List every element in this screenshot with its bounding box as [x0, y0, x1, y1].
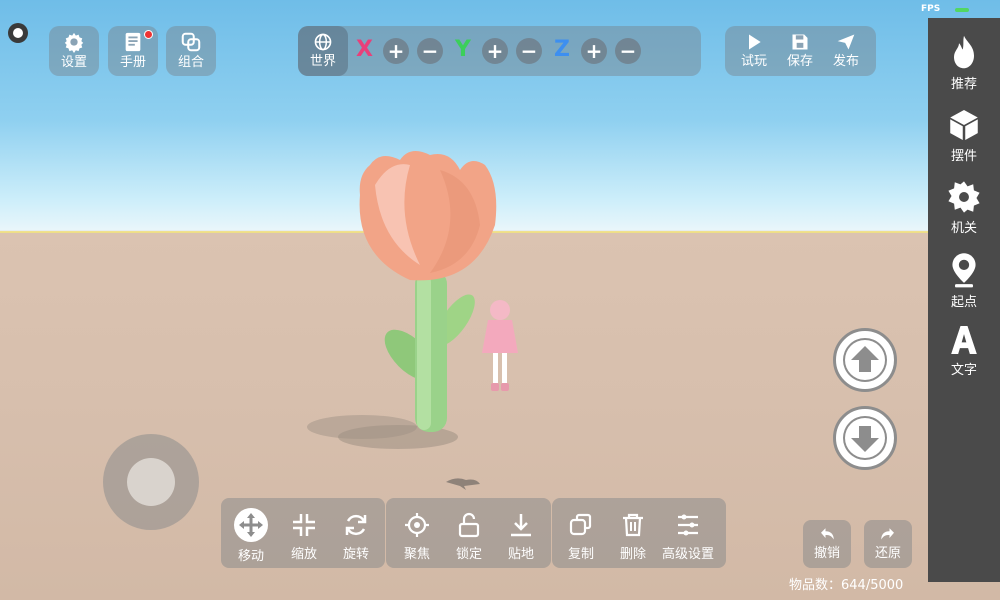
save-icon	[792, 34, 808, 50]
axis-y-minus-button[interactable]: −	[516, 38, 542, 64]
sliders-icon	[678, 514, 698, 536]
publish-button[interactable]: 发布	[823, 26, 869, 76]
sidebar-label-text: 文字	[950, 363, 977, 378]
focus-label: 聚焦	[403, 547, 430, 562]
scale-tool-button[interactable]: 缩放	[279, 510, 329, 562]
redo-button[interactable]: 还原	[864, 520, 912, 568]
sidebar-label-decor: 摆件	[950, 149, 977, 164]
arrow-up-icon	[845, 340, 885, 380]
delete-label: 删除	[619, 547, 646, 562]
move-tool-button[interactable]: 移动	[226, 508, 276, 564]
pin-icon	[952, 253, 976, 288]
rotate-tool-button[interactable]: 旋转	[331, 510, 381, 562]
playtest-label: 试玩	[740, 54, 767, 69]
copy-label: 复制	[567, 547, 594, 562]
move-tool-label: 移动	[237, 549, 264, 564]
toolbar-transform-group: 移动 缩放 旋转	[221, 498, 385, 568]
copy-button[interactable]: 复制	[556, 510, 606, 562]
focus-icon	[405, 513, 429, 537]
fire-icon	[954, 35, 974, 69]
world-space-toggle[interactable]: 世界	[298, 26, 348, 76]
playtest-button[interactable]: 试玩	[731, 26, 777, 76]
sidebar-item-text[interactable]: 文字	[928, 324, 1000, 378]
sidebar-item-recommend[interactable]: 推荐	[928, 34, 1000, 92]
trash-icon	[623, 513, 643, 537]
advanced-settings-label: 高级设置	[661, 547, 714, 562]
scale-icon	[293, 514, 315, 536]
gear-icon	[64, 32, 84, 53]
snap-to-ground-label: 贴地	[507, 547, 534, 562]
cube-icon	[950, 110, 978, 140]
manual-icon	[125, 32, 141, 52]
undo-button[interactable]: 撤销	[803, 520, 851, 568]
sidebar-label-recommend: 推荐	[950, 77, 977, 92]
scale-tool-label: 缩放	[290, 547, 317, 562]
undo-icon	[821, 528, 834, 540]
manual-button[interactable]: 手册	[108, 26, 158, 76]
toolbar-placement-group: 聚焦 锁定 贴地	[386, 498, 551, 568]
globe-icon	[314, 33, 332, 51]
ground-icon	[511, 514, 531, 537]
fps-label: FPS	[921, 4, 941, 14]
save-button[interactable]: 保存	[777, 26, 823, 76]
rotate-icon	[345, 514, 367, 536]
notification-dot	[144, 30, 153, 39]
playtest-toolbar: 试玩 保存 发布	[725, 26, 876, 76]
move-down-button[interactable]	[833, 406, 897, 470]
send-icon	[837, 34, 855, 50]
redo-label: 还原	[874, 546, 901, 561]
letter-a-icon	[951, 326, 977, 354]
axis-z-plus-button[interactable]: +	[581, 38, 607, 64]
sidebar-label-mechanism: 机关	[950, 221, 977, 236]
movement-joystick[interactable]	[103, 434, 199, 530]
lock-label: 锁定	[455, 547, 482, 562]
player-character[interactable]	[478, 298, 522, 396]
arrow-down-icon	[845, 418, 885, 458]
axis-z-label: Z	[554, 37, 570, 62]
copy-icon	[569, 513, 592, 536]
save-label: 保存	[786, 54, 813, 69]
transform-axis-bar: 世界 X + − Y + − Z + −	[298, 26, 701, 76]
gear-flower-icon	[948, 181, 980, 213]
move-up-button[interactable]	[833, 328, 897, 392]
object-category-sidebar: 推荐 摆件 机关 起点 文字	[928, 18, 1000, 582]
axis-y-plus-button[interactable]: +	[482, 38, 508, 64]
sidebar-item-spawn[interactable]: 起点	[928, 252, 1000, 310]
world-space-label: 世界	[309, 54, 336, 69]
group-icon	[181, 32, 201, 52]
settings-label: 设置	[60, 55, 87, 70]
group-label: 组合	[177, 55, 204, 70]
focus-button[interactable]: 聚焦	[392, 510, 442, 562]
record-indicator[interactable]	[8, 23, 28, 43]
redo-icon	[881, 528, 894, 540]
sidebar-label-spawn: 起点	[950, 295, 977, 310]
snap-to-ground-button[interactable]: 贴地	[496, 510, 546, 562]
debris-object	[446, 478, 480, 490]
sidebar-item-decor[interactable]: 摆件	[928, 108, 1000, 164]
sidebar-item-mechanism[interactable]: 机关	[928, 180, 1000, 236]
advanced-settings-button[interactable]: 高级设置	[658, 510, 718, 562]
axis-x-plus-button[interactable]: +	[383, 38, 409, 64]
play-icon	[749, 34, 761, 50]
item-count: 物品数：644/5000	[789, 578, 904, 593]
joystick-knob[interactable]	[127, 458, 175, 506]
settings-button[interactable]: 设置	[49, 26, 99, 76]
undo-label: 撤销	[813, 546, 840, 561]
axis-x-minus-button[interactable]: −	[417, 38, 443, 64]
group-button[interactable]: 组合	[166, 26, 216, 76]
rotate-tool-label: 旋转	[342, 547, 369, 562]
lock-button[interactable]: 锁定	[444, 510, 494, 562]
unlock-icon	[458, 512, 480, 538]
publish-label: 发布	[832, 54, 859, 69]
manual-label: 手册	[119, 55, 146, 70]
move-icon	[234, 508, 268, 542]
delete-button[interactable]: 删除	[608, 510, 658, 562]
axis-x-label: X	[356, 37, 373, 62]
axis-z-minus-button[interactable]: −	[615, 38, 641, 64]
axis-y-label: Y	[455, 37, 471, 62]
fps-value-bar	[955, 8, 969, 12]
toolbar-edit-group: 复制 删除 高级设置	[552, 498, 726, 568]
